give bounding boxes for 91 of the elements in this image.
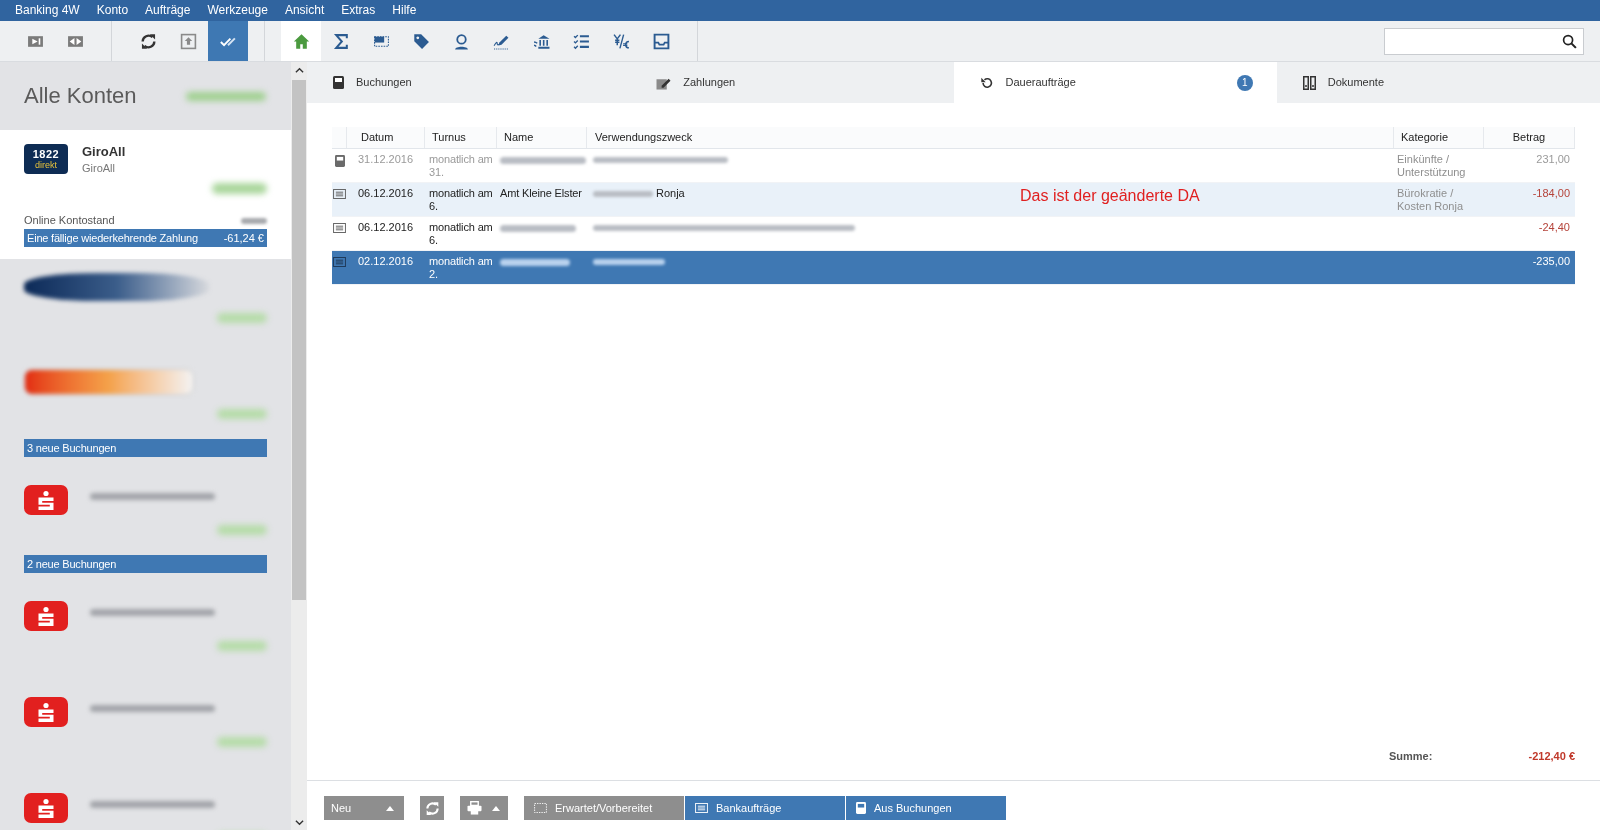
tab[interactable]: Dokumente [1276,62,1600,103]
list-card-icon [695,803,708,813]
column-header[interactable]: Datum [347,127,425,148]
amount-text: 231,00 [1536,153,1570,165]
amount-text: -24,40 [1538,221,1570,233]
currency-icon [612,32,630,50]
refresh-icon [139,32,157,50]
notice-text: 2 neue Buchungen [27,557,117,571]
date-text: 06.12.2016 [358,187,414,199]
blurred-text [217,525,267,535]
date-text: 31.12.2016 [358,153,414,165]
book-icon [856,802,866,814]
inbox-icon [652,32,670,50]
notice-text: 3 neue Buchungen [27,441,117,455]
balance-label: Online Kontostand [24,214,115,227]
account-name: GiroAll [82,144,126,160]
category-text: Bürokratie / Kosten Ronja [1397,187,1464,212]
amount-text: -184,00 [1532,187,1570,199]
print-button[interactable] [460,796,508,820]
date-text: 06.12.2016 [358,221,414,233]
tab[interactable]: Zahlungen [630,62,954,103]
menu-item[interactable]: Aufträge [139,0,197,21]
blurred-text [217,737,267,747]
interval-text: monatlich am 31. [429,153,493,178]
filter-button[interactable]: Bankaufträge [685,796,845,820]
book-icon [333,76,344,89]
caret-up-icon [386,805,394,811]
column-header[interactable]: Verwendungszweck [587,127,1394,148]
purpose-text: Ronja [656,187,685,200]
caret-up-icon [294,67,304,73]
list-card-icon [333,257,346,267]
sidebar-title: Alle Konten [24,83,137,109]
s-logo-icon [24,485,68,515]
interval-text: monatlich am 2. [429,255,493,280]
search-field[interactable] [1384,27,1584,55]
count-badge: 1 [1236,74,1253,91]
s-logo-icon [24,697,68,727]
upload-icon [179,32,197,50]
sigma-icon [332,32,350,50]
s-logo-icon [24,601,68,631]
tab[interactable]: Buchungen [307,62,631,103]
bank-logo: 1822 direkt [24,144,68,174]
book-icon [334,155,345,167]
interval-text: monatlich am 6. [429,187,493,212]
sum-value: -212,40 € [1528,748,1575,764]
blurred-text [217,313,267,323]
table-row[interactable]: 02.12.2016 monatlich am 2. -235,00 [332,251,1575,285]
menu-item[interactable]: Konto [90,0,135,21]
refresh-button[interactable] [420,796,444,820]
column-header[interactable]: Betrag [1484,127,1575,148]
menu-item[interactable]: Banking 4W [9,0,86,21]
checklist-icon [572,32,590,50]
notice-text: Eine fällige wiederkehrende Zahlung [27,231,198,245]
category-text: Einkünfte / Unterstützung [1397,153,1466,178]
caret-down-icon [294,819,304,826]
tab[interactable]: Daueraufträge 1 [953,62,1277,103]
printer-icon [467,801,482,815]
binder-icon [1302,75,1316,90]
column-header[interactable]: Turnus [425,127,497,148]
dashed-box-icon [534,803,547,813]
notice-amount: -61,24 € [223,231,264,245]
annotation-text: Das ist der geänderte DA [1020,186,1200,205]
account-subtitle: GiroAll [82,161,116,175]
tag-icon [412,32,430,50]
blurred-text [212,182,267,194]
menu-item[interactable]: Ansicht [278,0,331,21]
search-icon [1562,33,1577,49]
sum-label: Summe: [1389,748,1433,764]
blurred-text [217,641,267,651]
column-header[interactable]: Name [497,127,587,148]
caret-up-icon [492,805,500,811]
column-header[interactable]: Kategorie [1394,127,1484,148]
interval-text: monatlich am 6. [429,221,493,246]
scrollbar-thumb[interactable] [292,80,306,600]
list-card-icon [333,189,346,199]
amount-text: -235,00 [1532,255,1570,267]
bank-icon [532,32,550,50]
filter-button[interactable]: Aus Buchungen [846,796,1006,820]
menu-item[interactable]: Hilfe [386,0,423,21]
account-card[interactable]: 1822 direkt GiroAll GiroAll Online Kontostand Eine fällige wiederkehrende Zahlung -61,24 € [0,130,291,259]
history-icon [979,75,994,90]
list-card-icon [333,223,346,233]
payee-name: Amt Kleine Elster [500,187,582,199]
blurred-text [217,409,267,419]
menu-item[interactable]: Werkzeuge [201,0,274,21]
menu-item[interactable]: Extras [335,0,382,21]
refresh-icon [424,800,440,816]
s-logo-icon [24,793,68,823]
home-icon [292,32,310,50]
blurred-text [241,217,267,224]
date-text: 02.12.2016 [358,255,414,267]
